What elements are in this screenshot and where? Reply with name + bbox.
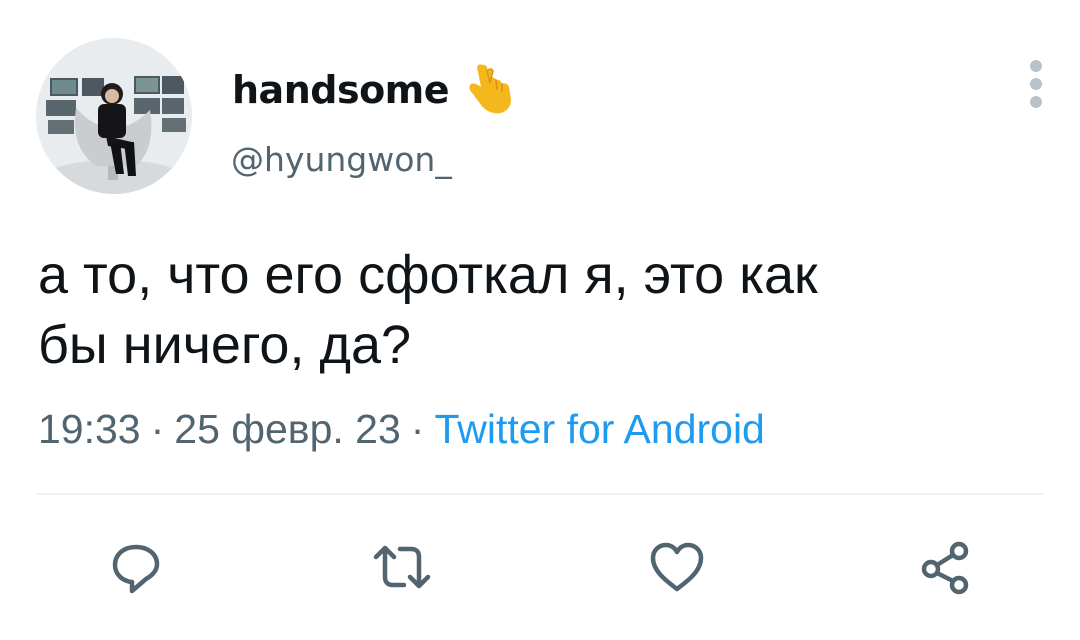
author-handle[interactable]: @hyungwon_: [231, 140, 452, 179]
meta-separator: ·: [410, 406, 425, 452]
retweet-button[interactable]: [367, 532, 437, 602]
tweet-meta: 19:33 · 25 февр. 23 · Twitter for Android: [38, 406, 765, 453]
share-button[interactable]: [910, 532, 980, 602]
more-options-button[interactable]: [1018, 56, 1054, 112]
retweet-icon: [373, 545, 431, 589]
display-name[interactable]: handsome: [232, 68, 450, 112]
tweet-source-link[interactable]: Twitter for Android: [434, 406, 764, 452]
avatar-photo: [36, 38, 192, 194]
tweet-actions: [0, 532, 1080, 602]
like-button[interactable]: [642, 532, 712, 602]
crossed-fingers-heart-icon: [465, 61, 515, 119]
tweet-time[interactable]: 19:33: [38, 406, 141, 452]
more-dot-icon: [1030, 60, 1042, 72]
reply-button[interactable]: [101, 532, 171, 602]
more-dot-icon: [1030, 78, 1042, 90]
tweet-text-line: бы ничего, да?: [38, 315, 412, 375]
avatar[interactable]: [36, 38, 192, 194]
tweet-text-line: а то, что его сфоткал я, это как: [38, 245, 818, 305]
tweet-text: а то, что его сфоткал я, это как бы ниче…: [38, 240, 1048, 380]
meta-separator: ·: [150, 406, 165, 452]
more-dot-icon: [1030, 96, 1042, 108]
tweet-date[interactable]: 25 февр. 23: [174, 406, 401, 452]
reply-icon: [112, 544, 160, 594]
author-name-row[interactable]: handsome: [232, 62, 515, 118]
divider: [36, 493, 1044, 495]
heart-icon: [650, 542, 704, 592]
share-icon: [921, 541, 969, 595]
